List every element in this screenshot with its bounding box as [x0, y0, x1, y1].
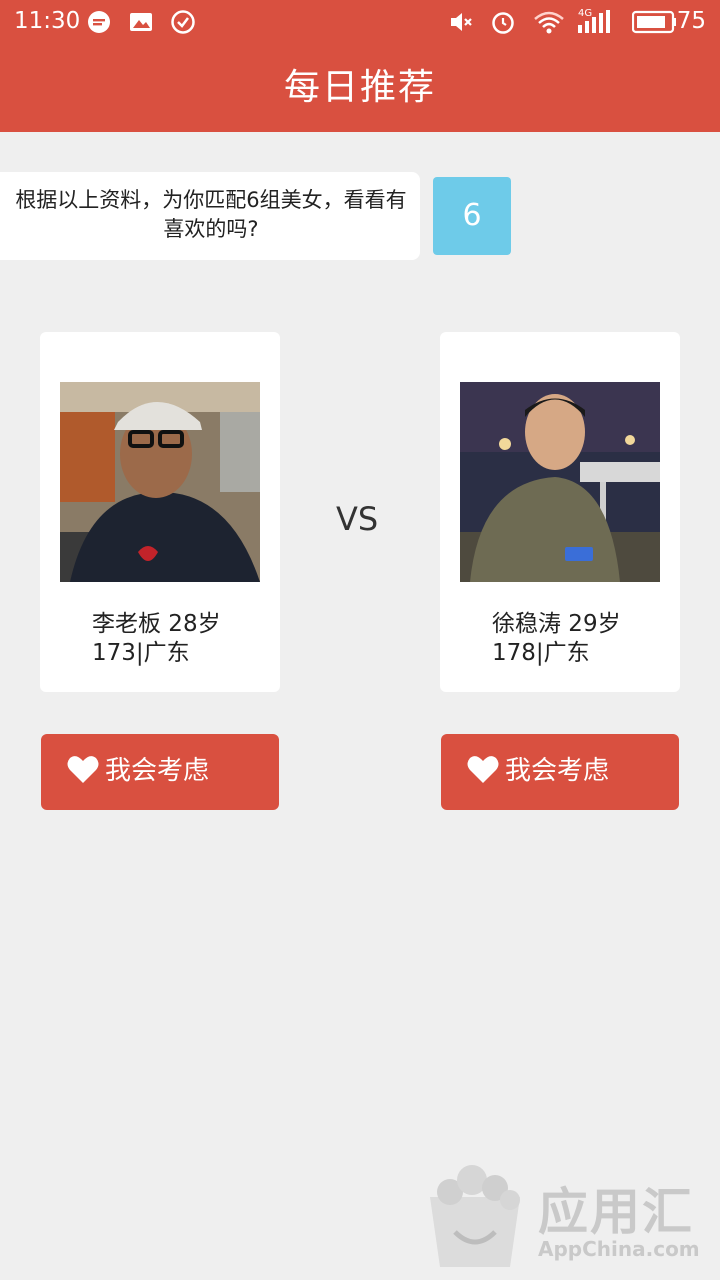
battery-level: 75 [676, 8, 706, 34]
profile-details-left: 173|广东 [92, 640, 190, 666]
status-time: 11:30 [14, 8, 81, 34]
alarm-icon [492, 12, 514, 34]
signal-icon [578, 10, 610, 33]
status-bar: 11:30 4G 75 [0, 0, 720, 44]
image-icon [130, 13, 152, 31]
heart-icon [467, 756, 499, 783]
heart-icon [67, 756, 99, 783]
wifi-icon [534, 11, 564, 34]
profile-card-left[interactable]: 李老板 28岁 173|广东 [40, 332, 280, 692]
appchina-url: AppChina.com [538, 1237, 700, 1261]
profile-photo-left [60, 382, 260, 582]
profile-photo-right [460, 382, 660, 582]
consider-button-label: 我会考虑 [105, 756, 210, 786]
app-header: 每日推荐 [0, 44, 720, 132]
appchina-brand-text: 应用汇 [538, 1183, 694, 1241]
mute-icon [451, 13, 472, 31]
consider-button-label: 我会考虑 [505, 756, 610, 786]
profile-info-right: 徐稳涛 29岁 178|广东 [492, 610, 621, 668]
appchina-watermark: 应用汇 AppChina.com [420, 1152, 720, 1272]
avatar-left-image [60, 382, 260, 582]
profile-name-age-left: 李老板 28岁 [92, 611, 221, 637]
consider-button-left[interactable]: 我会考虑 [41, 734, 279, 810]
message-icon [88, 11, 110, 33]
avatar-right-image [460, 382, 660, 582]
profile-name-age-right: 徐稳涛 29岁 [492, 611, 621, 637]
profile-info-left: 李老板 28岁 173|广东 [92, 610, 221, 668]
consider-button-right[interactable]: 我会考虑 [441, 734, 679, 810]
check-icon [171, 10, 195, 34]
match-count-badge: 6 [433, 177, 511, 255]
prompt-bubble: 根据以上资料，为你匹配6组美女，看看有喜欢的吗? [0, 172, 420, 260]
page-title: 每日推荐 [283, 67, 436, 108]
vs-label: VS [336, 500, 379, 538]
appchina-logo-icon [430, 1165, 520, 1267]
battery-icon [632, 10, 676, 34]
profile-details-right: 178|广东 [492, 640, 590, 666]
profile-card-right[interactable]: 徐稳涛 29岁 178|广东 [440, 332, 680, 692]
